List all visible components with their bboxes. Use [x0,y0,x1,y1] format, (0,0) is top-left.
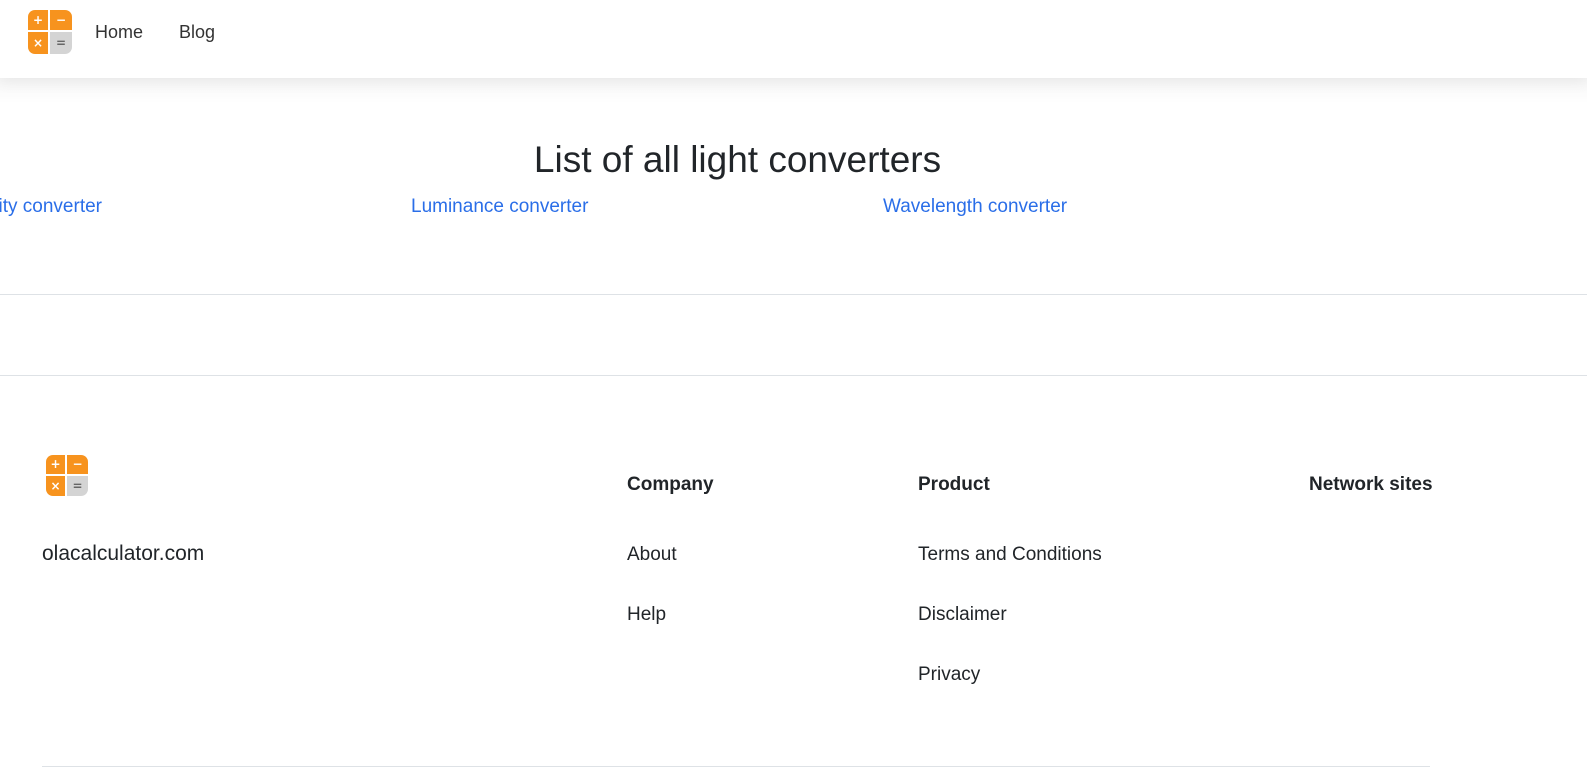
footer-divider [42,766,1430,767]
luminance-converter-link[interactable]: Luminance converter [411,195,588,219]
nav-blog-link[interactable]: Blog [179,20,215,44]
converter-link-partial[interactable]: ity converter [0,195,102,219]
footer-heading-company: Company [627,474,714,495]
minus-icon: − [50,10,72,32]
equals-icon: = [50,32,72,54]
multiply-icon: × [28,32,50,54]
top-navbar: + − × = Home Blog [0,0,1587,78]
footer-heading-product: Product [918,474,990,495]
minus-icon: − [67,455,88,476]
footer-link-privacy[interactable]: Privacy [918,663,980,687]
footer-link-about[interactable]: About [627,543,677,567]
footer-link-disclaimer[interactable]: Disclaimer [918,603,1007,627]
page-title: List of all light converters [533,139,942,180]
calculator-logo-icon[interactable]: + − × = [28,10,72,54]
footer-site-name: olacalculator.com [42,542,205,565]
divider [0,375,1587,376]
footer-calculator-logo-icon[interactable]: + − × = [46,455,88,496]
plus-icon: + [46,455,67,476]
footer-heading-network-sites: Network sites [1309,474,1433,495]
footer-link-help[interactable]: Help [627,603,666,627]
header-shadow [0,78,1587,104]
wavelength-converter-link[interactable]: Wavelength converter [883,195,1067,219]
divider [0,294,1587,295]
plus-icon: + [28,10,50,32]
nav-home-link[interactable]: Home [95,20,143,44]
multiply-icon: × [46,475,67,496]
footer-link-terms[interactable]: Terms and Conditions [918,543,1102,567]
page: + − × = Home Blog List of all light conv… [0,0,1587,777]
equals-icon: = [67,475,88,496]
